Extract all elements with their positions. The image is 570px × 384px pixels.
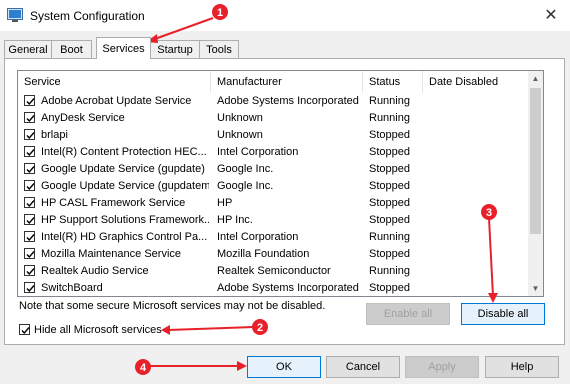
annotation-arrow-4 bbox=[150, 361, 247, 371]
annotation-marker-2: 2 bbox=[252, 319, 268, 335]
annotation-arrow-1 bbox=[146, 17, 214, 43]
annotation-marker-1: 1 bbox=[212, 4, 228, 20]
annotation-marker-4: 4 bbox=[135, 359, 151, 375]
annotation-arrow-3 bbox=[488, 217, 498, 303]
annotation-marker-1-label: 1 bbox=[217, 7, 223, 19]
annotation-marker-2-label: 2 bbox=[257, 322, 263, 334]
annotation-marker-4-label: 4 bbox=[140, 362, 147, 374]
annotation-marker-3: 3 bbox=[481, 204, 497, 220]
tab-services[interactable]: Services bbox=[96, 37, 151, 59]
tutorial-annotation-overlay: 1 2 3 4 bbox=[135, 4, 498, 375]
annotation-marker-3-label: 3 bbox=[486, 207, 492, 219]
annotation-arrow-2 bbox=[161, 325, 255, 335]
